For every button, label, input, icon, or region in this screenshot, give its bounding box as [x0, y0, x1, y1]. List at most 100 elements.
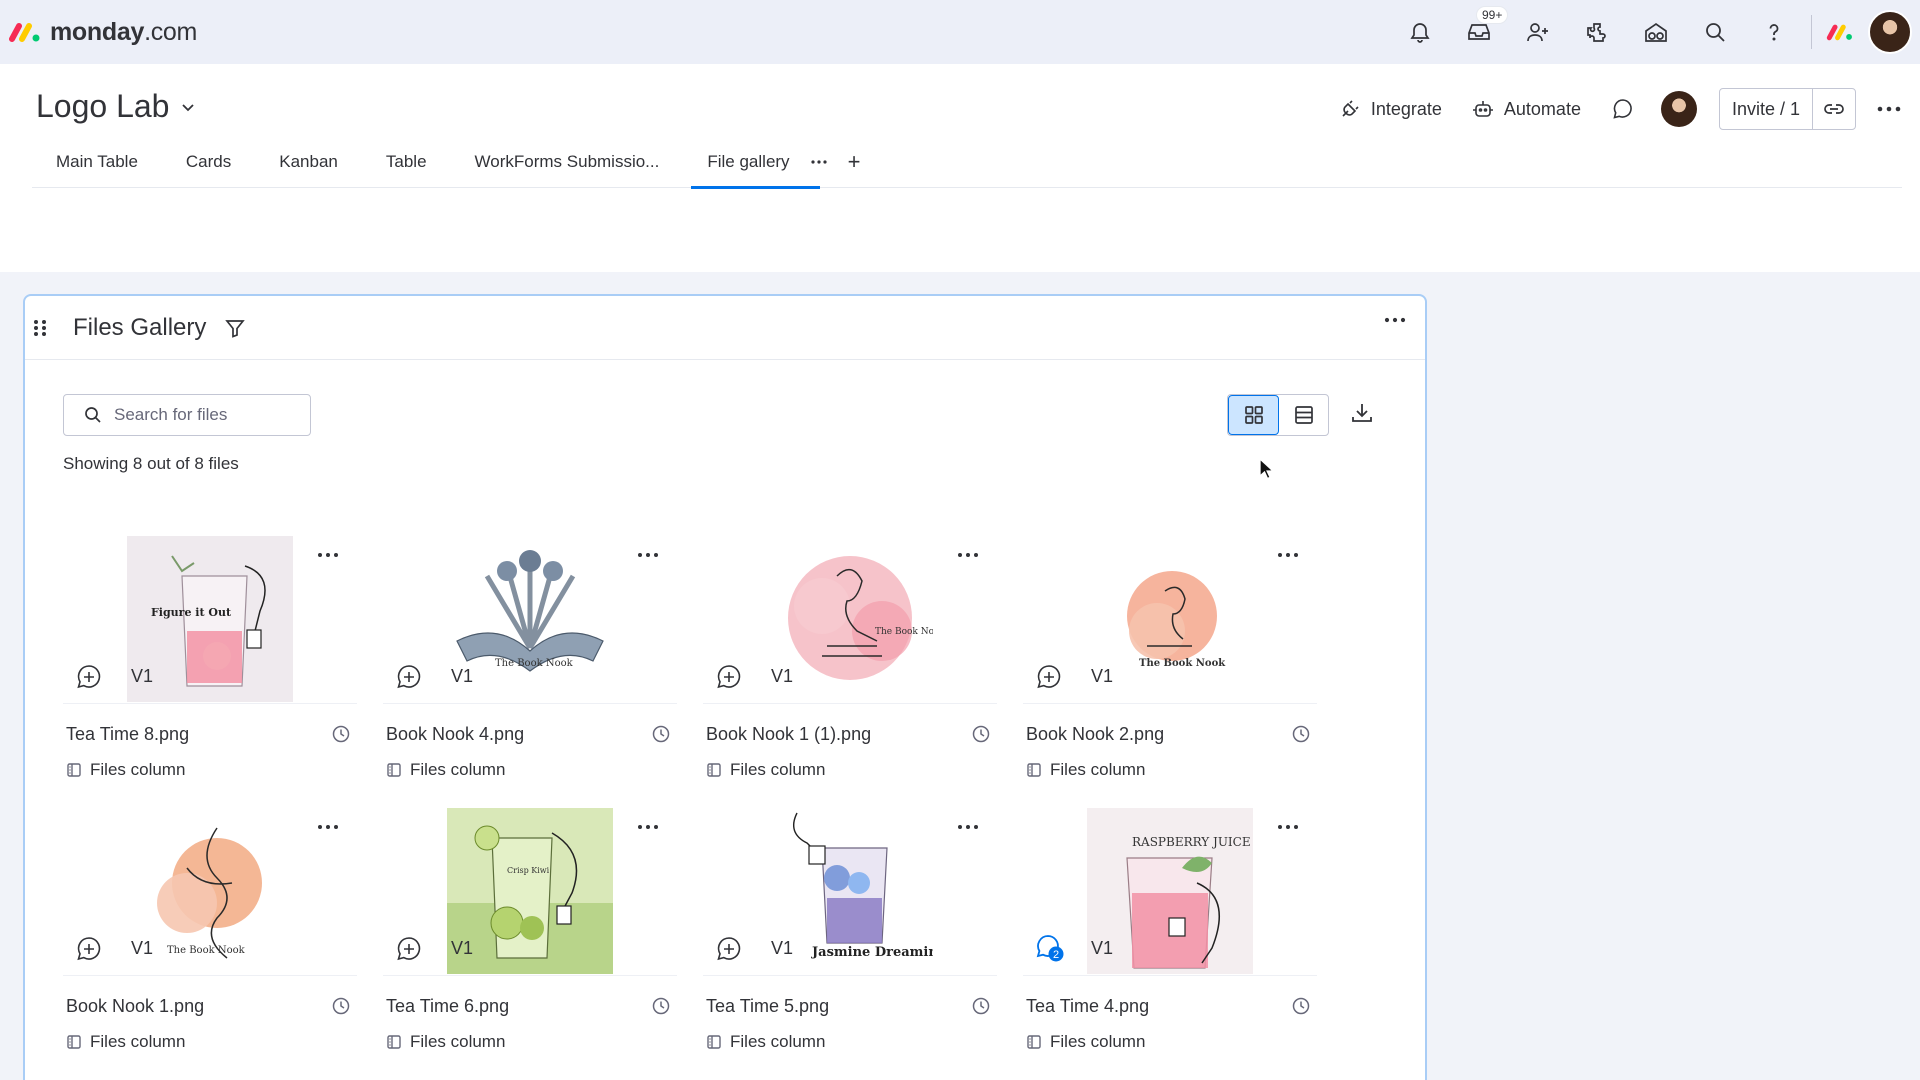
file-thumbnail[interactable]: The Book Nook V1: [383, 532, 677, 704]
add-update-icon[interactable]: [395, 935, 423, 963]
automate-button[interactable]: Automate: [1472, 98, 1581, 120]
file-version[interactable]: V1: [131, 666, 153, 687]
board-member-avatar[interactable]: [1660, 91, 1697, 127]
board-more-icon[interactable]: [1876, 105, 1902, 113]
tab-table[interactable]: Table: [362, 136, 451, 188]
board-title-text: Logo Lab: [36, 88, 170, 124]
integrate-label: Integrate: [1370, 98, 1442, 119]
clock-icon[interactable]: [971, 996, 991, 1016]
updates-count-icon[interactable]: 2: [1035, 933, 1065, 963]
file-more-icon[interactable]: [1277, 824, 1299, 830]
bell-icon[interactable]: [1390, 0, 1449, 64]
clock-icon[interactable]: [1291, 996, 1311, 1016]
board-title[interactable]: Logo Lab: [36, 88, 197, 125]
file-more-icon[interactable]: [317, 824, 339, 830]
filter-icon[interactable]: [224, 317, 246, 339]
file-name[interactable]: Book Nook 1.png: [66, 996, 204, 1017]
file-more-icon[interactable]: [957, 552, 979, 558]
top-bar: monday.com 99+: [0, 0, 1920, 64]
invite-button[interactable]: Invite / 1: [1720, 89, 1813, 129]
add-update-icon[interactable]: [75, 663, 103, 691]
search-files-input[interactable]: [114, 405, 294, 425]
file-name[interactable]: Book Nook 1 (1).png: [706, 724, 871, 745]
file-version[interactable]: V1: [771, 938, 793, 959]
tab-kanban[interactable]: Kanban: [255, 136, 362, 188]
file-name[interactable]: Book Nook 2.png: [1026, 724, 1164, 745]
file-thumbnail[interactable]: Jasmine Dreaming V1: [703, 804, 997, 976]
search-icon[interactable]: [1685, 0, 1744, 64]
invite-member-icon[interactable]: [1508, 0, 1567, 64]
user-avatar[interactable]: [1868, 10, 1912, 54]
add-update-icon[interactable]: [715, 663, 743, 691]
file-more-icon[interactable]: [1277, 552, 1299, 558]
grid-view-button[interactable]: [1228, 395, 1279, 435]
file-more-icon[interactable]: [637, 552, 659, 558]
file-version[interactable]: V1: [451, 666, 473, 687]
add-update-icon[interactable]: [395, 663, 423, 691]
file-column: Files column: [706, 1032, 825, 1052]
apps-icon[interactable]: [1567, 0, 1626, 64]
file-version[interactable]: V1: [131, 938, 153, 959]
file-card[interactable]: The Book Nook V1 Book Nook 4.png Files c…: [383, 532, 677, 804]
file-card[interactable]: The Book Nook V1 Book Nook 2.png Files c…: [1023, 532, 1317, 804]
file-name[interactable]: Tea Time 5.png: [706, 996, 829, 1017]
file-thumbnail[interactable]: The Book Nook V1: [1023, 532, 1317, 704]
integrate-button[interactable]: Integrate: [1339, 98, 1442, 120]
file-thumbnail[interactable]: Figure it Out V1: [63, 532, 357, 704]
clock-icon[interactable]: [651, 724, 671, 744]
tab-cards[interactable]: Cards: [162, 136, 255, 188]
clock-icon[interactable]: [331, 724, 351, 744]
file-card[interactable]: Crisp Kiwi V1 Tea Time 6.png Files colum…: [383, 804, 677, 1076]
file-name[interactable]: Tea Time 6.png: [386, 996, 509, 1017]
file-more-icon[interactable]: [637, 824, 659, 830]
add-update-icon[interactable]: [75, 935, 103, 963]
file-name[interactable]: Tea Time 4.png: [1026, 996, 1149, 1017]
file-version[interactable]: V1: [1091, 938, 1113, 959]
clock-icon[interactable]: [651, 996, 671, 1016]
tab-main-table[interactable]: Main Table: [32, 136, 162, 188]
file-version[interactable]: V1: [1091, 666, 1113, 687]
clock-icon[interactable]: [971, 724, 991, 744]
list-view-button[interactable]: [1279, 395, 1328, 435]
add-update-icon[interactable]: [1035, 663, 1063, 691]
file-thumbnail[interactable]: The Book Nook V1: [703, 532, 997, 704]
widget-more-icon[interactable]: [1383, 316, 1407, 324]
file-card[interactable]: Jasmine Dreaming V1 Tea Time 5.png Files…: [703, 804, 997, 1076]
drag-handle-icon[interactable]: [33, 318, 47, 338]
clock-icon[interactable]: [1291, 724, 1311, 744]
files-column-icon: [706, 1034, 722, 1050]
brand[interactable]: monday.com: [8, 0, 197, 64]
tab-workforms[interactable]: WorkForms Submissio...: [451, 136, 684, 188]
tab-options-icon[interactable]: [804, 136, 834, 188]
file-thumbnail[interactable]: RASPBERRY JUICE 2 V1: [1023, 804, 1317, 976]
file-more-icon[interactable]: [317, 552, 339, 558]
tab-file-gallery[interactable]: File gallery: [683, 136, 820, 189]
add-update-icon[interactable]: [715, 935, 743, 963]
inbox-icon[interactable]: 99+: [1449, 0, 1509, 64]
chevron-down-icon[interactable]: [179, 98, 197, 116]
svg-text:The Book Nook: The Book Nook: [875, 627, 933, 637]
clock-icon[interactable]: [331, 996, 351, 1016]
file-name[interactable]: Tea Time 8.png: [66, 724, 189, 745]
file-card[interactable]: RASPBERRY JUICE 2 V1 Tea Time 4.png File…: [1023, 804, 1317, 1076]
file-version[interactable]: V1: [451, 938, 473, 959]
file-thumbnail[interactable]: The Book Nook V1: [63, 804, 357, 976]
download-icon[interactable]: [1349, 400, 1375, 426]
copy-link-icon[interactable]: [1813, 89, 1855, 129]
help-icon[interactable]: [1744, 0, 1803, 64]
file-more-icon[interactable]: [957, 824, 979, 830]
file-name[interactable]: Book Nook 4.png: [386, 724, 524, 745]
add-view-button[interactable]: +: [834, 136, 875, 188]
widget-header: Files Gallery: [25, 296, 1425, 360]
marketplace-icon[interactable]: [1626, 0, 1685, 64]
file-card[interactable]: Figure it Out V1 Tea Time 8.png Files co…: [63, 532, 357, 804]
monday-switcher-icon[interactable]: [1820, 0, 1860, 64]
comment-icon[interactable]: [1611, 97, 1635, 121]
file-column-label: Files column: [1050, 1032, 1146, 1051]
file-card[interactable]: The Book Nook V1 Book Nook 1 (1).png Fil…: [703, 532, 997, 804]
file-version[interactable]: V1: [771, 666, 793, 687]
file-card[interactable]: The Book Nook V1 Book Nook 1.png Files c…: [63, 804, 357, 1076]
file-thumbnail[interactable]: Crisp Kiwi V1: [383, 804, 677, 976]
notification-badge: 99+: [1476, 6, 1509, 24]
showing-count: Showing 8 out of 8 files: [63, 454, 239, 473]
